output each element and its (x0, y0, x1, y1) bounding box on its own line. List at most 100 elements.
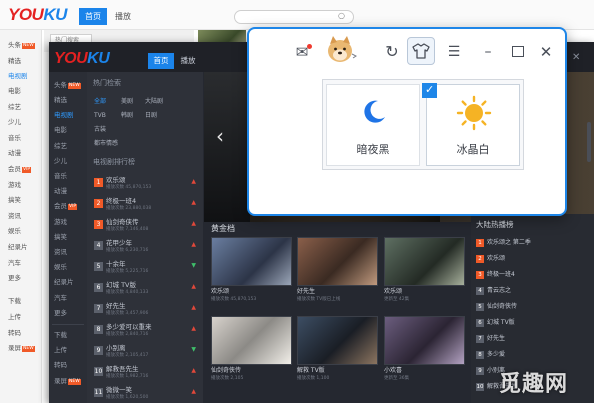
light-sidebar-item[interactable]: 搞笑 (8, 195, 21, 205)
dark-sidebar-item[interactable]: 上传 (54, 345, 67, 355)
video-title[interactable]: 小欢喜 (384, 367, 402, 375)
close-popup-icon[interactable]: ✕ (537, 42, 555, 62)
dark-sidebar-item[interactable]: 动漫 (54, 186, 67, 196)
tag-korean[interactable]: 韩剧 (121, 112, 133, 120)
dark-sidebar-item[interactable]: 综艺 (54, 141, 67, 151)
video-thumbnail[interactable] (297, 237, 378, 286)
youku-logo[interactable]: YOUKU (8, 5, 67, 25)
right-list-item[interactable]: 7 好先生 (476, 332, 588, 346)
video-title[interactable]: 解救 TV版 (297, 367, 325, 375)
video-title[interactable]: 仙剑奇侠传 (211, 367, 241, 375)
light-sidebar-item[interactable]: 转码 (8, 328, 21, 338)
tab-play[interactable]: 播放 (112, 8, 134, 25)
sidebar-item-label: 音乐 (54, 172, 67, 180)
light-sidebar-item[interactable]: 头条 NEW (8, 40, 35, 50)
dark-sidebar-item[interactable]: 娱乐 (54, 262, 67, 272)
right-list-item[interactable]: 6 幻城 TV版 (476, 316, 588, 330)
light-sidebar-item[interactable]: 更多 (8, 273, 21, 283)
light-sidebar-item[interactable]: 资讯 (8, 211, 21, 221)
refresh-icon[interactable]: ↻ (382, 42, 402, 62)
youku-logo-dark[interactable]: YOUKU (54, 50, 110, 68)
video-thumbnail[interactable] (384, 316, 465, 365)
dark-sidebar-item[interactable]: 电影 (54, 125, 67, 135)
light-sidebar-item[interactable]: 娱乐 (8, 226, 21, 236)
dark-sidebar-item[interactable]: 电视剧 (54, 110, 74, 120)
right-list-item[interactable]: 8 多少爱 (476, 348, 588, 362)
light-sidebar-item[interactable]: 下载 (8, 296, 21, 306)
light-sidebar-item[interactable]: 电视剧 (8, 71, 28, 81)
right-list-item[interactable]: 5 仙剑奇侠传 (476, 300, 588, 314)
dark-sidebar-item[interactable]: 录屏 NEW (54, 376, 81, 386)
tab-home[interactable]: 首页 (79, 8, 107, 25)
dark-sidebar-item[interactable]: 游戏 (54, 217, 67, 227)
tag-japanese[interactable]: 日剧 (145, 112, 157, 120)
theme-option-dark[interactable]: 暗夜黑 (326, 84, 420, 166)
video-thumbnail[interactable] (297, 316, 378, 365)
light-sidebar-item[interactable]: 精选 (8, 56, 21, 66)
tag-all[interactable]: 全部 (94, 98, 106, 106)
ranking-row[interactable]: 6 幻城 TV版 播放次数 4,840,133 ▲ (94, 281, 198, 298)
search-icon[interactable]: ○ (338, 11, 345, 21)
light-sidebar-item[interactable]: 综艺 (8, 102, 21, 112)
ranking-row[interactable]: 3 仙剑奇侠传 播放次数 7,146,408 ▲ (94, 218, 198, 235)
menu-icon[interactable]: ☰ (444, 42, 464, 62)
light-sidebar-item[interactable]: 录屏 NEW (8, 343, 35, 353)
ranking-row[interactable]: 10 解救吾先生 播放次数 1,982,716 ▲ (94, 365, 198, 382)
tab-play-dark[interactable]: 播放 (177, 53, 199, 69)
ranking-row[interactable]: 8 多少爱可以重来 播放次数 2,840,716 ▲ (94, 323, 198, 340)
light-sidebar-item[interactable]: 纪录片 (8, 242, 28, 252)
video-title[interactable]: 欢乐颂 (384, 288, 402, 296)
video-thumbnail[interactable] (211, 316, 292, 365)
light-sidebar-item[interactable]: 电影 (8, 86, 21, 96)
dark-sidebar-item[interactable]: 更多 (54, 308, 67, 318)
dark-sidebar-item[interactable]: 搞笑 (54, 232, 67, 242)
light-sidebar-item[interactable]: 会员 VIP (8, 164, 32, 174)
ranking-row[interactable]: 2 终极一班4 播放次数 23,880,038 ▲ (94, 197, 198, 214)
light-sidebar-item[interactable]: 上传 (8, 312, 21, 322)
right-list-item[interactable]: 2 欢乐颂 (476, 252, 588, 266)
tab-home-dark[interactable]: 首页 (148, 53, 174, 69)
ranking-row[interactable]: 11 微微一笑 播放次数 1,620,500 ▲ (94, 386, 198, 403)
ranking-row[interactable]: 4 花甲少年 播放次数 6,230,716 ▲ (94, 239, 198, 256)
avatar-doge-icon[interactable] (325, 35, 358, 65)
light-sidebar-item[interactable]: 动漫 (8, 148, 21, 158)
tag-mainland[interactable]: 大陆剧 (145, 98, 163, 106)
ranking-row[interactable]: 1 欢乐颂 播放次数 45,870,153 ▲ (94, 176, 198, 193)
right-list-item[interactable]: 4 青云志之 (476, 284, 588, 298)
tag-us[interactable]: 美剧 (121, 98, 133, 106)
dark-sidebar-item[interactable]: 转码 (54, 360, 67, 370)
light-sidebar-item[interactable]: 少儿 (8, 117, 21, 127)
minimize-icon[interactable]: – (480, 42, 496, 62)
video-thumbnail[interactable] (211, 237, 292, 286)
light-sidebar-item[interactable]: 游戏 (8, 180, 21, 190)
ranking-row[interactable]: 5 十余年 播放次数 5,225,716 ▼ (94, 260, 198, 277)
video-thumbnail[interactable] (384, 237, 465, 286)
theme-option-light[interactable]: 冰晶白 (426, 84, 520, 166)
dark-sidebar-item[interactable]: 下载 (54, 330, 67, 340)
dark-sidebar-item[interactable]: 音乐 (54, 171, 67, 181)
dark-sidebar-item[interactable]: 精选 (54, 95, 67, 105)
tag-urban[interactable]: 都市情感 (94, 140, 118, 148)
ranking-row[interactable]: 7 好先生 播放次数 3,457,906 ▲ (94, 302, 198, 319)
dark-sidebar-item[interactable]: 头条 NEW (54, 80, 81, 90)
light-sidebar-item[interactable]: 汽车 (8, 258, 21, 268)
light-sidebar-item[interactable]: 音乐 (8, 133, 21, 143)
right-list-item[interactable]: 3 终极一班4 (476, 268, 588, 282)
video-title[interactable]: 欢乐颂 (211, 288, 229, 296)
dark-sidebar-item[interactable]: 汽车 (54, 293, 67, 303)
video-title[interactable]: 好先生 (297, 288, 315, 296)
ranking-row[interactable]: 9 小别离 播放次数 2,105,417 ▼ (94, 344, 198, 361)
tag-costume[interactable]: 古装 (94, 126, 106, 134)
tag-tvb[interactable]: TVB (94, 112, 106, 120)
search-input[interactable] (234, 10, 354, 24)
right-list-item[interactable]: 1 欢乐颂之 第二季 (476, 236, 588, 250)
dark-sidebar-item[interactable]: 资讯 (54, 247, 67, 257)
dark-sidebar-item[interactable]: 少儿 (54, 156, 67, 166)
close-icon[interactable]: ✕ (572, 53, 580, 63)
banner-prev-arrow-icon[interactable]: ‹ (216, 126, 224, 146)
tshirt-skin-icon[interactable] (412, 42, 430, 60)
scrollbar[interactable] (587, 122, 591, 162)
dark-sidebar-item[interactable]: 会员 VIP (54, 201, 78, 211)
dark-sidebar-item[interactable]: 纪录片 (54, 277, 74, 287)
maximize-icon[interactable] (512, 46, 524, 57)
